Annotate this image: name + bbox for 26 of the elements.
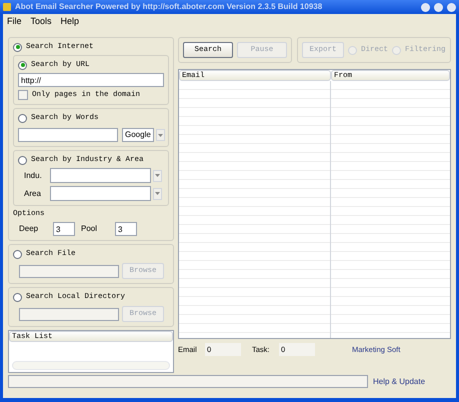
horizontal-scrollbar[interactable]: [12, 361, 170, 370]
minimize-icon[interactable]: [421, 2, 430, 12]
path-field[interactable]: [19, 264, 119, 278]
caret-icon[interactable]: [153, 170, 162, 182]
field-label: Deep: [19, 223, 40, 235]
url-field[interactable]: http://: [18, 73, 164, 87]
window-title: Abot Email Searcher Powered by http://soft.aboter.com Version 2.3.5 Build 10938: [15, 1, 324, 13]
menu-item[interactable]: Tools: [30, 14, 52, 28]
field-label: Pool: [81, 223, 98, 235]
checkbox[interactable]: [18, 90, 28, 100]
menu-item[interactable]: File: [7, 14, 22, 28]
caret-icon[interactable]: [153, 188, 162, 200]
number-field[interactable]: 3: [115, 222, 137, 236]
dropdown[interactable]: [50, 168, 162, 183]
app-icon: [3, 3, 11, 11]
maximize-icon[interactable]: [434, 2, 443, 12]
field-label: Indu.: [24, 170, 43, 182]
help-link[interactable]: Help & Update: [373, 376, 426, 388]
caret-icon[interactable]: [156, 129, 165, 141]
path-field[interactable]: [19, 308, 119, 320]
menu-item[interactable]: Help: [60, 14, 80, 28]
close-icon[interactable]: [447, 2, 456, 12]
dropdown[interactable]: [50, 186, 162, 201]
keywords-field[interactable]: [18, 128, 118, 142]
number-field[interactable]: 3: [53, 222, 75, 236]
field-label: Area: [24, 188, 42, 200]
